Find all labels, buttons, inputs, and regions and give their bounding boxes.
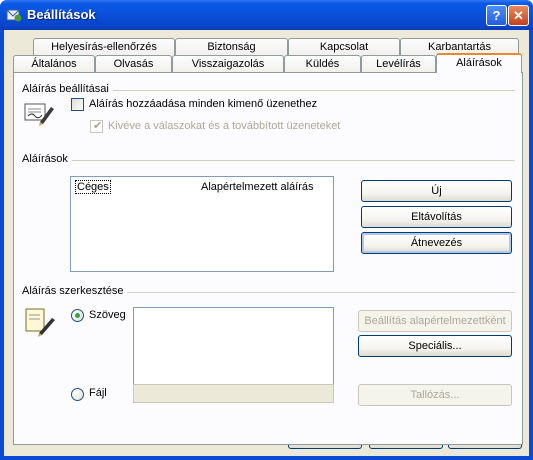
tab-send[interactable]: Küldés bbox=[284, 55, 361, 73]
new-signature-button[interactable]: Új bbox=[361, 180, 512, 202]
signatures-panel: Aláírás beállításai Aláírás hozzáadása m… bbox=[13, 72, 523, 445]
edit-signature-icon bbox=[25, 308, 55, 337]
tab-receipts[interactable]: Visszaigazolás bbox=[172, 55, 284, 73]
set-default-button[interactable]: Beállítás alapértelmezettként bbox=[358, 310, 512, 332]
signature-pen-icon bbox=[24, 103, 54, 126]
except-replies-label: Kivéve a válaszokat és a továbbított üze… bbox=[108, 120, 341, 132]
close-button[interactable]: ✕ bbox=[508, 5, 529, 26]
tab-security[interactable]: Biztonság bbox=[175, 38, 288, 56]
dialog-client: Helyesírás-ellenőrzés Biztonság Kapcsola… bbox=[4, 30, 529, 456]
edit-signature-label: Aláírás szerkesztése bbox=[22, 285, 128, 297]
remove-signature-button[interactable]: Eltávolítás bbox=[361, 206, 512, 228]
window-title: Beállítások bbox=[27, 7, 96, 22]
text-option-label: Szöveg bbox=[89, 309, 126, 321]
radio-selected-dot bbox=[75, 313, 80, 318]
help-button[interactable]: ? bbox=[486, 5, 507, 26]
tab-compose[interactable]: Levélírás bbox=[361, 55, 436, 73]
separator bbox=[22, 160, 515, 161]
signatures-group-label: Aláírások bbox=[22, 153, 72, 165]
dialog-window: Beállítások ? ✕ Helyesírás-ellenőrzés Bi… bbox=[0, 0, 533, 460]
title-bar[interactable]: Beállítások ? ✕ bbox=[0, 0, 533, 30]
signature-file-field[interactable] bbox=[133, 384, 334, 403]
file-option-label: Fájl bbox=[89, 387, 107, 399]
signature-settings-label: Aláírás beállításai bbox=[22, 83, 113, 95]
checkmark-icon: ✔ bbox=[93, 120, 103, 132]
tab-connection[interactable]: Kapcsolat bbox=[288, 38, 400, 56]
add-signature-checkbox[interactable] bbox=[71, 98, 84, 111]
text-option-radio[interactable] bbox=[71, 309, 84, 322]
tab-signatures[interactable]: Aláírások bbox=[436, 53, 522, 73]
signatures-list[interactable]: Céges Alapértelmezett aláírás bbox=[70, 176, 334, 272]
tab-general[interactable]: Általános bbox=[13, 55, 95, 73]
signature-description: Alapértelmezett aláírás bbox=[201, 181, 314, 193]
file-option-radio[interactable] bbox=[71, 388, 84, 401]
app-icon bbox=[6, 9, 22, 22]
signature-name: Céges bbox=[75, 180, 111, 194]
add-signature-label: Aláírás hozzáadása minden kimenő üzeneth… bbox=[89, 98, 318, 110]
except-replies-checkbox[interactable]: ✔ bbox=[90, 120, 103, 133]
list-item[interactable]: Céges Alapértelmezett aláírás bbox=[73, 180, 331, 194]
rename-signature-button[interactable]: Átnevezés bbox=[361, 232, 512, 254]
browse-button[interactable]: Tallózás... bbox=[358, 384, 512, 406]
tab-spelling[interactable]: Helyesírás-ellenőrzés bbox=[33, 38, 175, 56]
tab-read[interactable]: Olvasás bbox=[95, 55, 172, 73]
advanced-button[interactable]: Speciális... bbox=[358, 335, 512, 357]
signature-text-area[interactable] bbox=[133, 307, 334, 388]
